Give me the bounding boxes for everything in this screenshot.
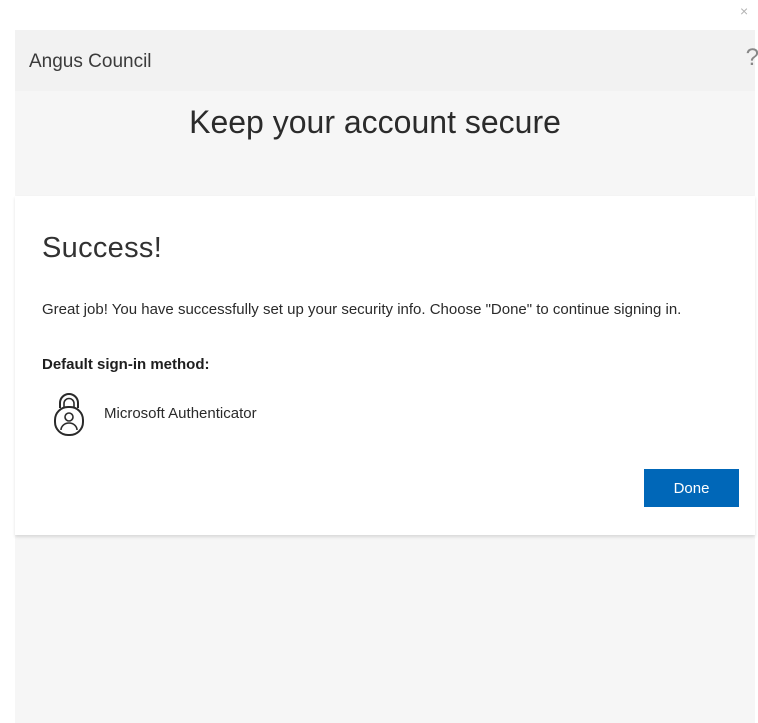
success-message: Great job! You have successfully set up … <box>42 301 682 318</box>
default-method-label: Default sign-in method: <box>42 356 210 373</box>
method-name: Microsoft Authenticator <box>104 405 257 422</box>
close-window-icon[interactable]: × <box>740 4 748 18</box>
org-header: Angus Council ? <box>15 30 758 91</box>
default-method-row: Microsoft Authenticator <box>52 392 452 436</box>
success-heading: Success! <box>42 232 163 264</box>
done-button[interactable]: Done <box>644 469 739 507</box>
success-card: Success! Great job! You have successfull… <box>15 196 755 535</box>
page-title: Keep your account secure <box>189 104 561 140</box>
authenticator-lock-icon <box>52 392 86 436</box>
help-icon[interactable]: ? <box>746 46 758 70</box>
org-name: Angus Council <box>29 51 152 72</box>
